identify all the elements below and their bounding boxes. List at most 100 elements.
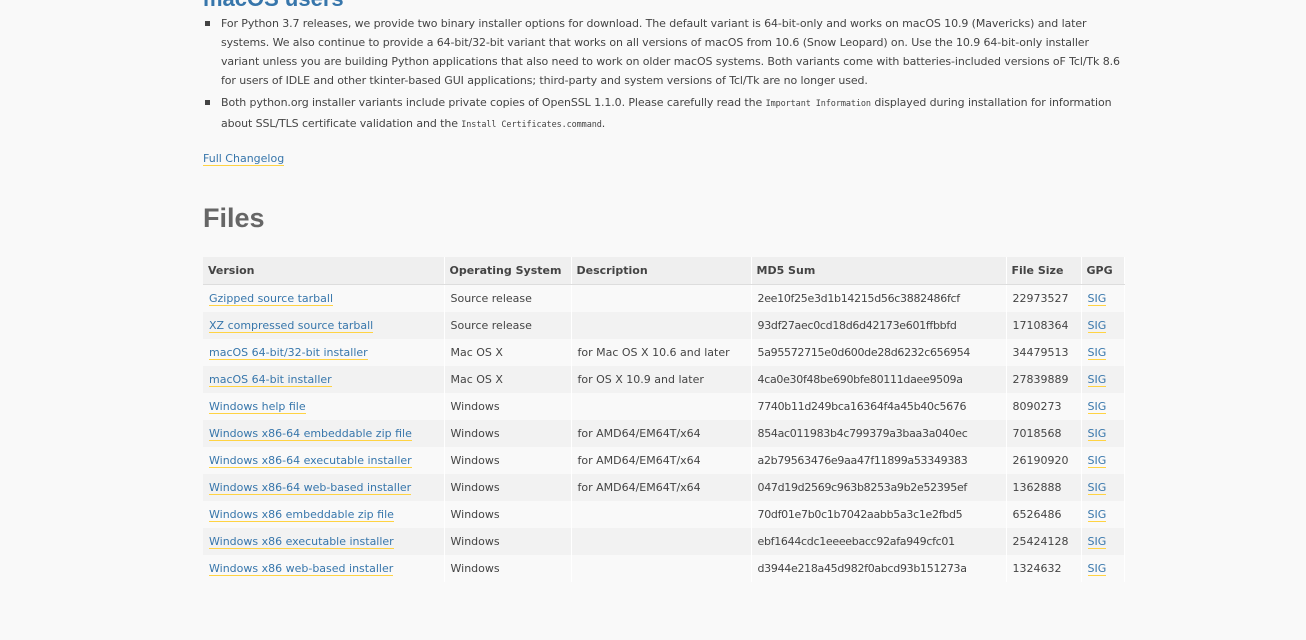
file-size-cell: 1362888 (1006, 474, 1082, 501)
gpg-cell: SIG (1081, 339, 1125, 366)
column-header-file-size: File Size (1006, 257, 1082, 285)
download-link[interactable]: Windows help file (209, 400, 306, 414)
sig-link[interactable]: SIG (1087, 373, 1107, 387)
description-cell: for AMD64/EM64T/x64 (571, 447, 752, 474)
macos-notes-list: For Python 3.7 releases, we provide two … (203, 14, 1124, 138)
os-cell: Windows (444, 474, 572, 501)
sig-link[interactable]: SIG (1087, 346, 1107, 360)
description-cell: for AMD64/EM64T/x64 (571, 474, 752, 501)
full-changelog-link[interactable]: Full Changelog (203, 152, 285, 166)
table-header-row: Version Operating System Description MD5… (203, 257, 1125, 285)
gpg-cell: SIG (1081, 474, 1125, 501)
version-cell: Gzipped source tarball (203, 284, 445, 312)
description-cell (571, 555, 752, 582)
gpg-cell: SIG (1081, 555, 1125, 582)
note-text-after: . (601, 117, 606, 130)
version-cell: Windows help file (203, 393, 445, 420)
table-row: Windows x86 executable installer Windows… (203, 528, 1125, 555)
table-row: Windows x86-64 embeddable zip file Windo… (203, 420, 1125, 447)
download-link[interactable]: macOS 64-bit installer (209, 373, 332, 387)
download-link[interactable]: Gzipped source tarball (209, 292, 334, 306)
md5-cell: d3944e218a45d982f0abcd93b151273a (751, 555, 1007, 582)
sig-link[interactable]: SIG (1087, 535, 1107, 549)
download-link[interactable]: Windows x86 web-based installer (209, 562, 394, 576)
table-row: Windows x86-64 web-based installer Windo… (203, 474, 1125, 501)
sig-link[interactable]: SIG (1087, 292, 1107, 306)
file-size-cell: 7018568 (1006, 420, 1082, 447)
version-cell: Windows x86 web-based installer (203, 555, 445, 582)
file-size-cell: 22973527 (1006, 284, 1082, 312)
sig-link[interactable]: SIG (1087, 481, 1107, 495)
version-cell: Windows x86 executable installer (203, 528, 445, 555)
table-row: macOS 64-bit/32-bit installer Mac OS X f… (203, 339, 1125, 366)
sig-link[interactable]: SIG (1087, 508, 1107, 522)
gpg-cell: SIG (1081, 366, 1125, 393)
description-cell (571, 528, 752, 555)
important-information-code: Important Information (765, 99, 871, 109)
gpg-cell: SIG (1081, 501, 1125, 528)
file-size-cell: 17108364 (1006, 312, 1082, 339)
sig-link[interactable]: SIG (1087, 427, 1107, 441)
column-header-os: Operating System (444, 257, 572, 285)
install-certificates-code: Install Certificates.command (461, 120, 602, 130)
sig-link[interactable]: SIG (1087, 454, 1107, 468)
md5-cell: 5a95572715e0d600de28d6232c656954 (751, 339, 1007, 366)
download-link[interactable]: Windows x86-64 executable installer (209, 454, 412, 468)
os-cell: Windows (444, 393, 572, 420)
version-cell: Windows x86-64 embeddable zip file (203, 420, 445, 447)
md5-cell: 7740b11d249bca16364f4a45b40c5676 (751, 393, 1007, 420)
description-cell (571, 501, 752, 528)
md5-cell: 93df27aec0cd18d6d42173e601ffbbfd (751, 312, 1007, 339)
note-text-before: Both python.org installer variants inclu… (221, 96, 766, 109)
sig-link[interactable]: SIG (1087, 562, 1107, 576)
download-link[interactable]: Windows x86 embeddable zip file (209, 508, 394, 522)
table-row: macOS 64-bit installer Mac OS X for OS X… (203, 366, 1125, 393)
sig-link[interactable]: SIG (1087, 400, 1107, 414)
description-cell: for AMD64/EM64T/x64 (571, 420, 752, 447)
version-cell: Windows x86-64 executable installer (203, 447, 445, 474)
bullet-icon (205, 100, 210, 105)
os-cell: Windows (444, 501, 572, 528)
version-cell: macOS 64-bit/32-bit installer (203, 339, 445, 366)
version-cell: XZ compressed source tarball (203, 312, 445, 339)
download-link[interactable]: XZ compressed source tarball (209, 319, 374, 333)
file-size-cell: 6526486 (1006, 501, 1082, 528)
download-link[interactable]: Windows x86-64 web-based installer (209, 481, 412, 495)
download-link[interactable]: Windows x86 executable installer (209, 535, 394, 549)
md5-cell: 70df01e7b0c1b7042aabb5a3c1e2fbd5 (751, 501, 1007, 528)
column-header-description: Description (571, 257, 752, 285)
version-cell: Windows x86 embeddable zip file (203, 501, 445, 528)
description-cell (571, 284, 752, 312)
gpg-cell: SIG (1081, 528, 1125, 555)
gpg-cell: SIG (1081, 312, 1125, 339)
table-row: Windows x86-64 executable installer Wind… (203, 447, 1125, 474)
md5-cell: 047d19d2569c963b8253a9b2e52395ef (751, 474, 1007, 501)
gpg-cell: SIG (1081, 420, 1125, 447)
download-link[interactable]: macOS 64-bit/32-bit installer (209, 346, 368, 360)
file-size-cell: 26190920 (1006, 447, 1082, 474)
os-cell: Source release (444, 312, 572, 339)
md5-cell: 2ee10f25e3d1b14215d56c3882486fcf (751, 284, 1007, 312)
table-row: XZ compressed source tarball Source rele… (203, 312, 1125, 339)
files-table-body: Gzipped source tarball Source release 2e… (203, 284, 1125, 582)
version-cell: Windows x86-64 web-based installer (203, 474, 445, 501)
os-cell: Mac OS X (444, 366, 572, 393)
file-size-cell: 25424128 (1006, 528, 1082, 555)
list-item: For Python 3.7 releases, we provide two … (203, 14, 1124, 90)
file-size-cell: 1324632 (1006, 555, 1082, 582)
download-link[interactable]: Windows x86-64 embeddable zip file (209, 427, 412, 441)
gpg-cell: SIG (1081, 393, 1125, 420)
os-cell: Source release (444, 284, 572, 312)
os-cell: Windows (444, 528, 572, 555)
os-cell: Mac OS X (444, 339, 572, 366)
file-size-cell: 34479513 (1006, 339, 1082, 366)
note-text: For Python 3.7 releases, we provide two … (221, 17, 1120, 87)
files-heading: Files (203, 203, 265, 233)
os-cell: Windows (444, 447, 572, 474)
macos-users-heading: macOS users (203, 0, 344, 12)
md5-cell: ebf1644cdc1eeeebacc92afa949cfc01 (751, 528, 1007, 555)
column-header-gpg: GPG (1081, 257, 1125, 285)
sig-link[interactable]: SIG (1087, 319, 1107, 333)
table-row: Windows x86 embeddable zip file Windows … (203, 501, 1125, 528)
description-cell (571, 393, 752, 420)
